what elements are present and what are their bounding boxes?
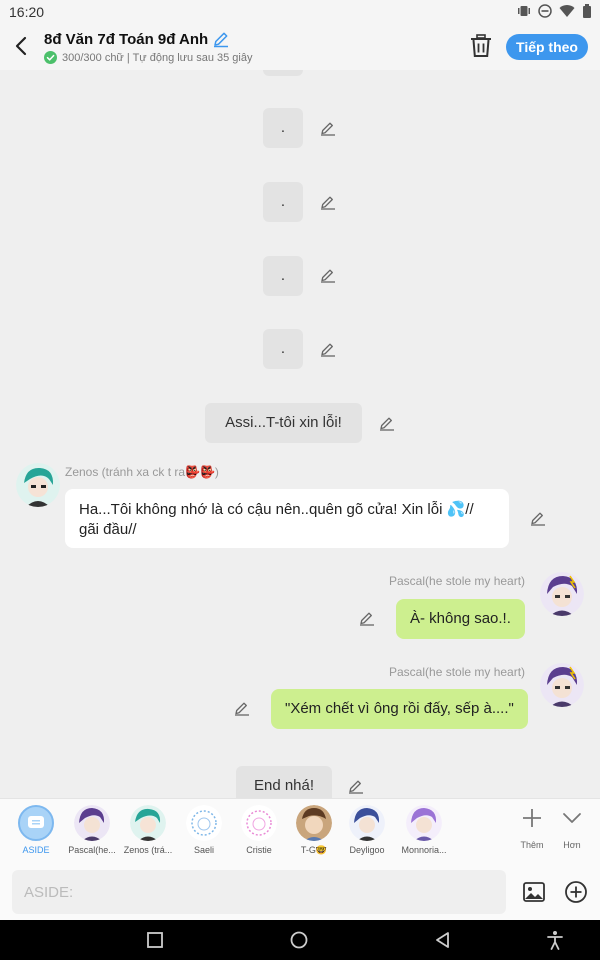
back-nav-icon[interactable] — [433, 930, 453, 950]
character-selector: ASIDE Pascal(he... Zenos (trá... Saeli C… — [0, 798, 600, 862]
aside-input[interactable] — [12, 870, 506, 914]
edit-pencil-icon[interactable] — [359, 610, 375, 626]
edit-pencil-icon[interactable] — [234, 700, 250, 716]
edit-pencil-icon[interactable] — [379, 415, 395, 431]
edit-title-icon[interactable] — [212, 30, 230, 48]
character-label: Monnoria... — [401, 845, 447, 855]
aside-bubble[interactable]: Assi...T-tôi xin lỗi! — [205, 403, 362, 443]
aside-bubble[interactable]: . — [263, 329, 303, 369]
title-row: 8đ Văn 7đ Toán 9đ Anh — [44, 30, 230, 48]
character-avatar — [349, 805, 385, 841]
edit-pencil-icon[interactable] — [320, 194, 336, 210]
character-label: T-G🤓 — [300, 845, 328, 855]
save-status-row: 300/300 chữ | Tự động lưu sau 35 giây — [44, 51, 252, 64]
chevron-down-icon — [563, 813, 581, 823]
edit-pencil-icon[interactable] — [320, 120, 336, 136]
character-label: Deyligoo — [349, 845, 385, 855]
character-pascal[interactable]: Pascal(he... — [64, 805, 120, 855]
save-status-text: 300/300 chữ | Tự động lưu sau 35 giây — [62, 51, 253, 64]
next-button[interactable]: Tiếp theo — [506, 34, 588, 60]
avatar-pascal[interactable] — [540, 572, 584, 616]
character-cristie[interactable]: Cristie — [231, 805, 287, 855]
recent-apps-icon[interactable] — [145, 930, 165, 950]
story-header: 8đ Văn 7đ Toán 9đ Anh 300/300 chữ | Tự đ… — [0, 24, 600, 70]
collapse-button[interactable]: Hơn — [552, 807, 592, 850]
more-label: Thêm — [520, 840, 544, 850]
aside-avatar — [18, 805, 54, 841]
character-avatar — [130, 805, 166, 841]
character-avatar — [406, 805, 442, 841]
home-icon[interactable] — [289, 930, 309, 950]
more-characters-button[interactable]: Thêm — [512, 807, 552, 850]
character-label: ASIDE — [22, 845, 50, 855]
character-avatar — [241, 805, 277, 841]
edit-pencil-icon[interactable] — [530, 510, 546, 526]
character-name: Pascal(he stole my heart) — [389, 574, 526, 588]
story-title[interactable]: 8đ Văn 7đ Toán 9đ Anh — [44, 31, 208, 48]
system-nav-bar — [0, 920, 600, 960]
input-bar — [0, 862, 600, 920]
character-aside[interactable]: ASIDE — [8, 805, 64, 855]
battery-icon — [583, 4, 591, 18]
back-button[interactable] — [10, 34, 34, 58]
character-zenos[interactable]: Zenos (trá... — [120, 805, 176, 855]
accessibility-icon[interactable] — [545, 930, 565, 950]
plus-icon — [523, 809, 541, 827]
status-time: 16:20 — [9, 4, 45, 20]
status-bar: 16:20 — [0, 0, 600, 24]
character-avatar — [74, 805, 110, 841]
character-avatar — [186, 805, 222, 841]
aside-bubble[interactable]: . — [263, 182, 303, 222]
character-label: Zenos (trá... — [123, 845, 173, 855]
aside-bubble[interactable]: . — [263, 256, 303, 296]
edit-pencil-icon[interactable] — [320, 341, 336, 357]
add-circle-icon[interactable] — [564, 880, 588, 904]
delete-button[interactable] — [470, 34, 492, 58]
check-circle-icon — [44, 51, 57, 64]
character-tg[interactable]: T-G🤓 — [286, 805, 342, 856]
do-not-disturb-icon — [538, 4, 552, 18]
status-icons — [517, 4, 592, 18]
character-name: Zenos (tránh xa ck t ra👺👺) — [65, 465, 219, 479]
edit-pencil-icon[interactable] — [320, 267, 336, 283]
character-saeli[interactable]: Saeli — [176, 805, 232, 855]
avatar-zenos[interactable] — [16, 463, 60, 507]
character-name: Pascal(he stole my heart) — [389, 665, 526, 679]
message-bubble[interactable]: "Xém chết vì ông rồi đấy, sếp à...." — [271, 689, 528, 729]
character-label: Saeli — [193, 845, 214, 855]
character-avatar — [296, 805, 332, 841]
character-label: Cristie — [246, 845, 272, 855]
chat-area[interactable]: . . . . Assi...T-tôi xin lỗi! Zenos (trá… — [0, 70, 600, 798]
character-monnoria[interactable]: Monnoria... — [396, 805, 452, 855]
aside-bubble-partial[interactable] — [263, 70, 303, 76]
aside-bubble[interactable]: End nhá! — [236, 766, 332, 798]
aside-bubble[interactable]: . — [263, 108, 303, 148]
collapse-label: Hơn — [563, 840, 581, 850]
avatar-pascal[interactable] — [540, 663, 584, 707]
character-label: Pascal(he... — [68, 845, 116, 855]
vibrate-icon — [518, 6, 530, 16]
message-bubble[interactable]: À- không sao.!. — [396, 599, 525, 639]
edit-pencil-icon[interactable] — [348, 778, 364, 794]
image-icon[interactable] — [522, 880, 546, 904]
character-deyligoo[interactable]: Deyligoo — [339, 805, 395, 855]
wifi-icon — [559, 5, 575, 18]
message-bubble[interactable]: Ha...Tôi không nhớ là có cậu nên..quên g… — [65, 489, 509, 548]
